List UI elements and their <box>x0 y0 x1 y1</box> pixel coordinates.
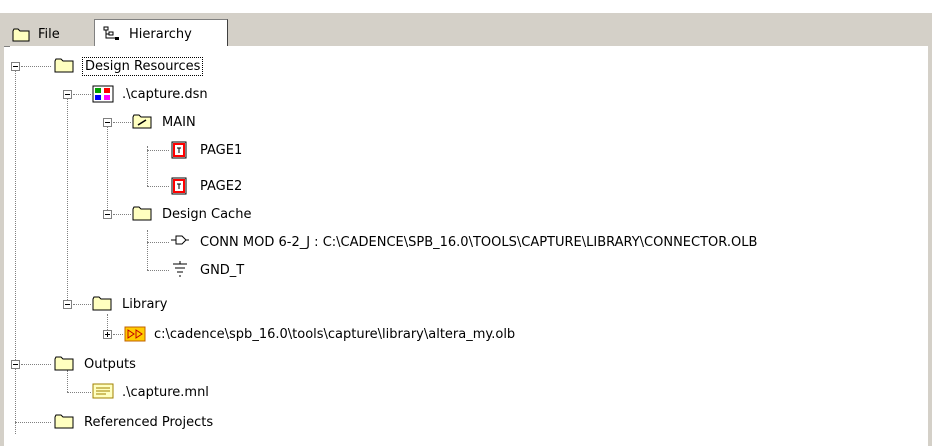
tree-line <box>21 66 51 67</box>
expand-toggle[interactable] <box>103 330 112 339</box>
tree-node-label: PAGE1 <box>200 142 243 158</box>
folder-icon <box>12 28 30 42</box>
tree-node-label: CONN MOD 6-2_J : C:\CADENCE\SPB_16.0\TOO… <box>200 234 758 250</box>
tab-hierarchy[interactable]: Hierarchy <box>94 19 228 48</box>
tree-line <box>113 334 123 335</box>
collapse-toggle[interactable] <box>63 300 72 309</box>
tree-line <box>147 270 169 271</box>
collapse-toggle[interactable] <box>11 62 20 71</box>
tree-node-label: Outputs <box>84 356 136 372</box>
tree-node-label: c:\cadence\spb_16.0\tools\capture\librar… <box>154 326 516 342</box>
tree-line <box>67 392 91 393</box>
design-file-icon <box>92 85 114 103</box>
collapse-toggle[interactable] <box>63 90 72 99</box>
tree-line <box>147 242 169 243</box>
tree-line <box>73 94 91 95</box>
tree-line <box>107 118 108 214</box>
tree-node-library[interactable]: Library <box>92 292 169 316</box>
tree-node-main[interactable]: MAIN <box>132 110 198 134</box>
tree-node-outputs[interactable]: Outputs <box>54 352 138 376</box>
tree-node-label: .\capture.dsn <box>122 86 208 102</box>
tree-line <box>147 186 169 187</box>
folder-icon <box>54 413 74 431</box>
tree-node-label: GND_T <box>200 262 245 278</box>
tab-bar: File Hierarchy <box>0 12 932 48</box>
tree-node-label: Referenced Projects <box>84 414 214 430</box>
hierarchy-icon <box>103 26 121 42</box>
schematic-folder-icon <box>132 113 152 131</box>
tab-hierarchy-label: Hierarchy <box>129 26 192 42</box>
tree-node-label: Design Resources <box>82 56 204 76</box>
schematic-page-icon <box>170 177 190 195</box>
tree-line <box>147 150 169 151</box>
folder-icon <box>132 205 152 223</box>
tab-file-label: File <box>38 27 60 42</box>
tree-node-library-file[interactable]: c:\cadence\spb_16.0\tools\capture\librar… <box>124 322 517 346</box>
tree-line <box>15 66 16 434</box>
frame-right <box>928 46 932 446</box>
tree-node-design-resources[interactable]: Design Resources <box>54 54 204 78</box>
tree-node-output-file[interactable]: .\capture.mnl <box>92 380 211 404</box>
tree-node-design-cache[interactable]: Design Cache <box>132 202 253 226</box>
folder-icon <box>92 295 112 313</box>
hierarchy-tree: Design Resources .\capture.dsn MAIN PAGE… <box>10 46 928 444</box>
tree-node-label: Design Cache <box>162 206 252 222</box>
tab-file[interactable]: File <box>4 22 94 47</box>
tree-node-referenced-projects[interactable]: Referenced Projects <box>54 410 215 434</box>
netlist-file-icon <box>92 383 114 401</box>
tree-line <box>73 304 91 305</box>
tree-node-label: MAIN <box>162 114 196 130</box>
collapse-toggle[interactable] <box>11 360 20 369</box>
tree-line <box>21 364 51 365</box>
tree-node-page2[interactable]: PAGE2 <box>170 174 244 198</box>
tree-line <box>67 90 68 300</box>
tree-line <box>113 122 131 123</box>
folder-icon <box>54 355 74 373</box>
library-file-icon <box>124 325 146 343</box>
tree-node-label: PAGE2 <box>200 178 243 194</box>
tree-node-label: Library <box>122 296 168 312</box>
tree-line <box>15 422 51 423</box>
tree-node-cache-part-conn[interactable]: CONN MOD 6-2_J : C:\CADENCE\SPB_16.0\TOO… <box>170 230 759 254</box>
tree-node-page1[interactable]: PAGE1 <box>170 138 244 162</box>
power-ground-symbol-icon <box>170 261 190 279</box>
frame-left <box>0 46 4 446</box>
connector-part-icon <box>170 233 190 251</box>
tree-line <box>113 214 131 215</box>
tree-node-cache-part-gnd[interactable]: GND_T <box>170 258 246 282</box>
tree-line <box>147 230 148 270</box>
tree-node-design-file[interactable]: .\capture.dsn <box>92 82 210 106</box>
schematic-page-icon <box>170 141 190 159</box>
collapse-toggle[interactable] <box>103 118 112 127</box>
collapse-toggle[interactable] <box>103 210 112 219</box>
tree-node-label: .\capture.mnl <box>122 384 209 400</box>
folder-icon <box>54 57 74 75</box>
tree-line <box>147 146 148 186</box>
top-margin <box>0 0 932 12</box>
